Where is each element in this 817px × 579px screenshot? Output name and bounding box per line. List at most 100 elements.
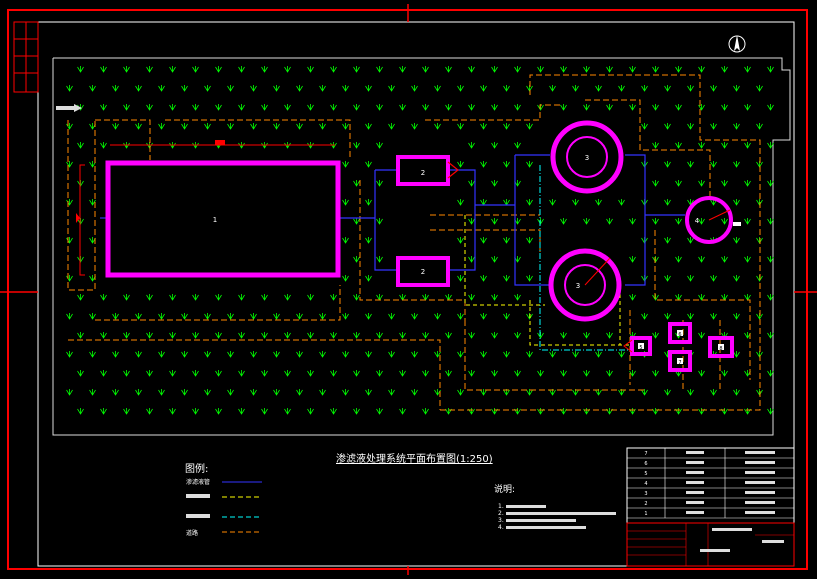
grass-symbol-icon [238, 294, 245, 301]
grass-symbol-icon [744, 256, 751, 263]
grass-symbol-icon [514, 408, 521, 415]
grass-symbol-icon [319, 123, 326, 130]
grass-symbol-icon [652, 408, 659, 415]
grass-symbol-icon [457, 313, 464, 320]
legend-item-1-label: 渗滤液管 [186, 479, 211, 486]
grass-symbol-icon [491, 408, 498, 415]
grass-symbol-icon [480, 161, 487, 168]
note-2: 2. [498, 510, 504, 517]
title-block-cell-text [686, 481, 704, 484]
grass-symbol-icon [123, 294, 130, 301]
grass-symbol-icon [100, 104, 107, 111]
grass-symbol-icon [664, 389, 671, 396]
grass-symbol-icon [733, 389, 740, 396]
grass-symbol-icon [445, 66, 452, 73]
grass-symbol-icon [399, 104, 406, 111]
tank-1-label: 1 [213, 216, 217, 224]
grass-symbol-icon [181, 389, 188, 396]
grass-symbol-icon [710, 161, 717, 168]
grass-symbol-icon [733, 313, 740, 320]
grass-symbol-icon [606, 104, 613, 111]
grass-symbol-icon [388, 123, 395, 130]
note-text-bar [506, 505, 546, 508]
grass-symbol-icon [112, 389, 119, 396]
grass-symbol-icon [560, 370, 567, 377]
grass-symbol-icon [503, 237, 510, 244]
drawing-name-bar [700, 549, 730, 552]
grass-symbol-icon [687, 85, 694, 92]
grass-symbol-icon [744, 408, 751, 415]
grass-symbol-icon [146, 66, 153, 73]
title-block-row-number: 5 [644, 471, 647, 477]
title-block-cell-text [686, 511, 704, 514]
grass-symbol-icon [514, 370, 521, 377]
grass-symbol-icon [273, 123, 280, 130]
pipe-yellow [464, 215, 545, 306]
grass-symbol-icon [503, 123, 510, 130]
grass-symbol-icon [526, 161, 533, 168]
grass-symbol-icon [652, 104, 659, 111]
road [68, 339, 441, 410]
tank-3a-label: 3 [585, 154, 589, 162]
drawing-number-bar [762, 540, 784, 543]
grass-symbol-icon [698, 370, 705, 377]
grass-symbol-icon [664, 237, 671, 244]
title-block [626, 447, 795, 567]
grass-symbol-icon [641, 85, 648, 92]
grass-symbol-icon [606, 370, 613, 377]
grass-symbol-icon [721, 256, 728, 263]
grass-symbol-icon [215, 104, 222, 111]
grass-symbol-icon [365, 389, 372, 396]
grass-symbol-icon [169, 66, 176, 73]
grass-symbol-icon [652, 142, 659, 149]
grass-symbol-icon [353, 370, 360, 377]
grass-symbol-icon [710, 313, 717, 320]
grass-symbol-icon [422, 66, 429, 73]
grass-symbol-icon [123, 66, 130, 73]
grass-symbol-icon [215, 408, 222, 415]
grass-symbol-icon [411, 389, 418, 396]
legend-label-bar [186, 494, 210, 498]
grass-symbol-icon [560, 104, 567, 111]
grass-symbol-icon [514, 66, 521, 73]
title-block-row-number: 4 [644, 481, 647, 487]
grass-symbol-icon [756, 123, 763, 130]
grass-symbol-icon [468, 66, 475, 73]
grass-symbol-icon [422, 294, 429, 301]
grass-symbol-icon [721, 294, 728, 301]
grass-symbol-icon [756, 85, 763, 92]
grass-symbol-icon [273, 389, 280, 396]
grass-symbol-icon [698, 104, 705, 111]
grass-symbol-icon [503, 313, 510, 320]
grass-symbol-icon [365, 123, 372, 130]
grass-symbol-icon [307, 370, 314, 377]
grass-symbol-icon [526, 275, 533, 282]
grass-symbol-icon [399, 332, 406, 339]
grass-symbol-icon [526, 123, 533, 130]
grass-symbol-icon [721, 142, 728, 149]
grass-symbol-icon [192, 408, 199, 415]
grass-symbol-icon [744, 104, 751, 111]
outer-frame [7, 9, 808, 570]
grass-symbol-icon [353, 142, 360, 149]
grass-symbol-icon [457, 199, 464, 206]
grass-symbol-icon [744, 218, 751, 225]
grass-symbol-icon [353, 104, 360, 111]
grass-symbol-icon [77, 142, 84, 149]
grass-symbol-icon [250, 123, 257, 130]
title-block-cell-text [745, 511, 775, 514]
grass-symbol-icon [296, 313, 303, 320]
grass-symbol-icon [606, 218, 613, 225]
grass-symbol-icon [365, 161, 372, 168]
grass-symbol-icon [192, 294, 199, 301]
grass-symbol-icon [112, 351, 119, 358]
equipment-box-label: 8 [719, 346, 722, 352]
grass-symbol-icon [514, 104, 521, 111]
grass-symbol-icon [445, 332, 452, 339]
grass-symbol-icon [629, 294, 636, 301]
title-block-cell-text [686, 451, 704, 454]
grass-symbol-icon [158, 351, 165, 358]
grass-symbol-icon [284, 104, 291, 111]
grass-symbol-icon [100, 408, 107, 415]
grass-symbol-icon [112, 313, 119, 320]
